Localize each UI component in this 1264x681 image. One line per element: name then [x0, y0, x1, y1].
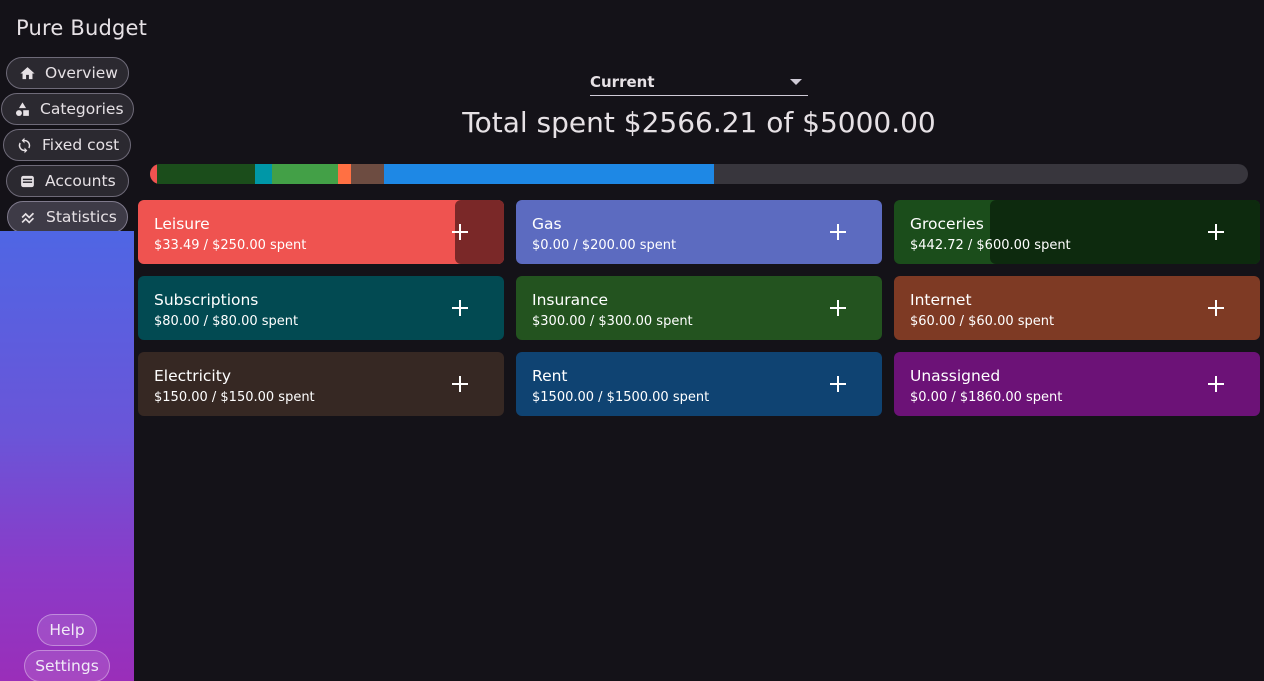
spend-segment-leisure	[150, 164, 158, 184]
category-name: Subscriptions	[154, 291, 259, 309]
total-spent-heading: Total spent $2566.21 of $5000.00	[462, 106, 936, 139]
category-name: Electricity	[154, 367, 231, 385]
plus-icon[interactable]	[446, 370, 474, 398]
category-spent-text: $150.00 / $150.00 spent	[154, 390, 315, 405]
category-spent-text: $0.00 / $1860.00 spent	[910, 390, 1063, 405]
category-name: Unassigned	[910, 367, 1001, 385]
nav-statistics-label: Statistics	[46, 208, 117, 226]
category-name: Groceries	[910, 215, 984, 233]
category-spent-text: $33.49 / $250.00 spent	[154, 238, 307, 253]
category-spent-text: $60.00 / $60.00 spent	[910, 314, 1055, 329]
category-card-subscriptions[interactable]: Subscriptions $80.00 / $80.00 spent	[138, 276, 504, 340]
nav-statistics-button[interactable]: Statistics	[7, 201, 128, 233]
plus-icon[interactable]	[824, 370, 852, 398]
nav-fixed-cost-label: Fixed cost	[42, 136, 120, 154]
plus-icon[interactable]	[824, 218, 852, 246]
plus-icon[interactable]	[1202, 218, 1230, 246]
period-selected-value: Current	[590, 72, 655, 91]
chevron-down-icon	[790, 78, 802, 85]
category-card-rent[interactable]: Rent $1500.00 / $1500.00 spent	[516, 352, 882, 416]
plus-icon[interactable]	[446, 294, 474, 322]
category-name: Rent	[532, 367, 568, 385]
nav-overview-label: Overview	[45, 64, 118, 82]
nav-categories-button[interactable]: Categories	[1, 93, 134, 125]
home-icon	[20, 66, 35, 79]
category-name: Insurance	[532, 291, 609, 309]
sidebar: Pure Budget Overview Categories Fixed co…	[0, 0, 147, 681]
nav-overview-button[interactable]: Overview	[6, 57, 129, 89]
wallet-icon	[21, 175, 34, 187]
nav-accounts-button[interactable]: Accounts	[6, 165, 129, 197]
category-spent-text: $1500.00 / $1500.00 spent	[532, 390, 710, 405]
app-window: Pure Budget Overview Categories Fixed co…	[0, 0, 1264, 681]
nav-accounts-label: Accounts	[45, 172, 116, 190]
nav-categories-label: Categories	[40, 100, 124, 118]
spend-segment-electricity	[351, 164, 385, 184]
category-spent-text: $442.72 / $600.00 spent	[910, 238, 1071, 253]
plus-icon[interactable]	[446, 218, 474, 246]
plus-icon[interactable]	[1202, 370, 1230, 398]
category-spent-text: $300.00 / $300.00 spent	[532, 314, 693, 329]
category-spent-text: $80.00 / $80.00 spent	[154, 314, 299, 329]
settings-button[interactable]: Settings	[24, 650, 110, 681]
spending-progress-bar	[150, 164, 1248, 184]
category-name: Internet	[910, 291, 972, 309]
shapes-icon	[15, 101, 29, 116]
category-card-internet[interactable]: Internet $60.00 / $60.00 spent	[894, 276, 1260, 340]
help-button[interactable]: Help	[37, 614, 97, 646]
chart-icon	[21, 212, 35, 224]
category-card-gas[interactable]: Gas $0.00 / $200.00 spent	[516, 200, 882, 264]
spend-segment-groceries	[157, 164, 255, 184]
period-dropdown[interactable]: Current	[590, 68, 808, 96]
spend-segment-insurance	[272, 164, 339, 184]
category-name: Gas	[532, 215, 562, 233]
spend-segment-internet	[338, 164, 352, 184]
plus-icon[interactable]	[824, 294, 852, 322]
spend-segment-rent	[384, 164, 714, 184]
category-card-unassigned[interactable]: Unassigned $0.00 / $1860.00 spent	[894, 352, 1260, 416]
plus-icon[interactable]	[1202, 294, 1230, 322]
category-card-leisure[interactable]: Leisure $33.49 / $250.00 spent	[138, 200, 504, 264]
category-name: Leisure	[154, 215, 210, 233]
category-card-electricity[interactable]: Electricity $150.00 / $150.00 spent	[138, 352, 504, 416]
category-card-groceries[interactable]: Groceries $442.72 / $600.00 spent	[894, 200, 1260, 264]
spend-segment-subscriptions	[254, 164, 273, 184]
refresh-icon	[18, 137, 31, 153]
app-title: Pure Budget	[16, 16, 148, 40]
category-card-insurance[interactable]: Insurance $300.00 / $300.00 spent	[516, 276, 882, 340]
nav-fixed-cost-button[interactable]: Fixed cost	[3, 129, 131, 161]
category-spent-text: $0.00 / $200.00 spent	[532, 238, 677, 253]
